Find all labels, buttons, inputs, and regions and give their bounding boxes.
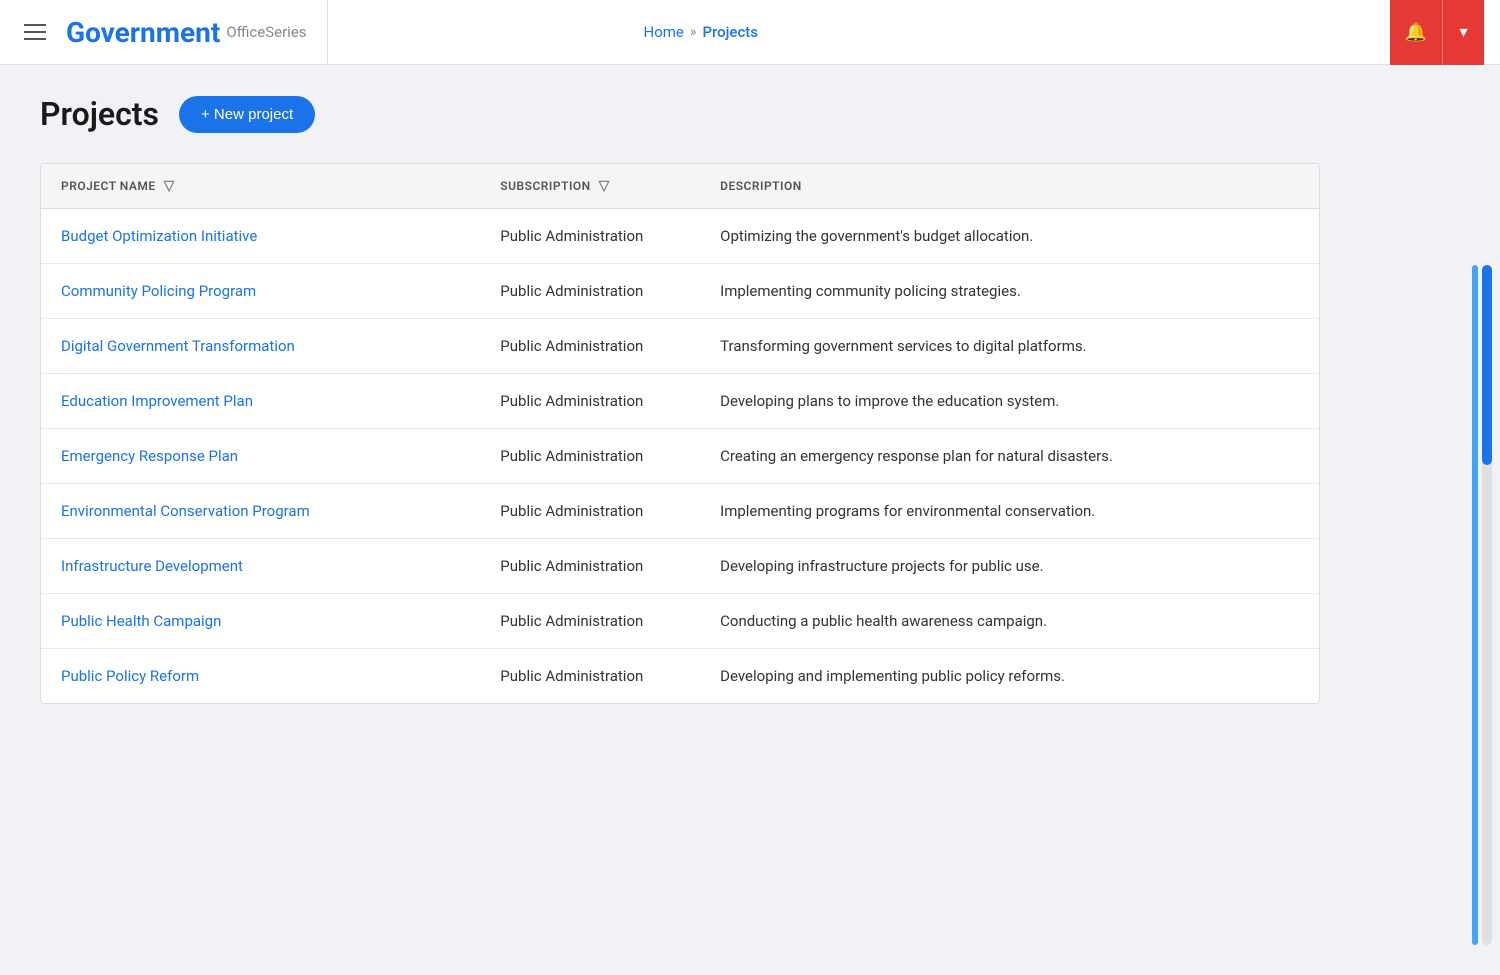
project-name-link[interactable]: Public Health Campaign xyxy=(61,612,221,630)
logo-title: Government xyxy=(66,16,220,49)
cell-description: Implementing community policing strategi… xyxy=(700,264,1319,319)
breadcrumb: Home » Projects xyxy=(644,23,758,41)
cell-subscription: Public Administration xyxy=(480,594,700,649)
logo-subtitle: OfficeSeries xyxy=(226,23,306,41)
cell-subscription: Public Administration xyxy=(480,649,700,704)
nav-home-link[interactable]: Home xyxy=(644,23,684,41)
col-header-name: PROJECT NAME ▽ xyxy=(41,164,480,209)
table-row: Education Improvement Plan Public Adminis… xyxy=(41,374,1319,429)
menu-icon[interactable] xyxy=(16,16,54,48)
cell-description: Implementing programs for environmental … xyxy=(700,484,1319,539)
table-row: Emergency Response Plan Public Administra… xyxy=(41,429,1319,484)
table-row: Public Policy Reform Public Administratio… xyxy=(41,649,1319,704)
table-row: Digital Government Transformation Public … xyxy=(41,319,1319,374)
col-header-description: DESCRIPTION xyxy=(700,164,1319,209)
project-name-link[interactable]: Education Improvement Plan xyxy=(61,392,253,410)
table-row: Community Policing Program Public Adminis… xyxy=(41,264,1319,319)
project-name-link[interactable]: Digital Government Transformation xyxy=(61,337,295,355)
projects-table: PROJECT NAME ▽ SUBSCRIPTION ▽ DESCRIPTIO… xyxy=(41,164,1319,703)
cell-description: Developing and implementing public polic… xyxy=(700,649,1319,704)
cell-project-name: Infrastructure Development xyxy=(41,539,480,594)
cell-project-name: Community Policing Program xyxy=(41,264,480,319)
project-name-link[interactable]: Budget Optimization Initiative xyxy=(61,227,257,245)
cell-subscription: Public Administration xyxy=(480,539,700,594)
chevron-down-icon: ▾ xyxy=(1459,22,1467,42)
cell-subscription: Public Administration xyxy=(480,429,700,484)
project-name-link[interactable]: Community Policing Program xyxy=(61,282,256,300)
cell-description: Developing infrastructure projects for p… xyxy=(700,539,1319,594)
scrollbar-track-blue xyxy=(1472,265,1478,945)
filter-subscription-icon[interactable]: ▽ xyxy=(599,178,610,194)
table-row: Budget Optimization Initiative Public Adm… xyxy=(41,209,1319,264)
cell-description: Optimizing the government's budget alloc… xyxy=(700,209,1319,264)
header-actions: 🔔 ▾ xyxy=(1390,0,1484,64)
cell-project-name: Digital Government Transformation xyxy=(41,319,480,374)
new-project-button[interactable]: + New project xyxy=(179,96,315,133)
cell-project-name: Public Health Campaign xyxy=(41,594,480,649)
cell-subscription: Public Administration xyxy=(480,319,700,374)
projects-table-container: PROJECT NAME ▽ SUBSCRIPTION ▽ DESCRIPTIO… xyxy=(40,163,1320,704)
cell-subscription: Public Administration xyxy=(480,264,700,319)
page-title: Projects xyxy=(40,95,159,133)
scrollbar-track[interactable] xyxy=(1482,265,1492,945)
nav-current-link[interactable]: Projects xyxy=(702,23,758,41)
page-header: Projects + New project xyxy=(40,95,1460,133)
table-body: Budget Optimization Initiative Public Adm… xyxy=(41,209,1319,704)
cell-description: Conducting a public health awareness cam… xyxy=(700,594,1319,649)
cell-description: Creating an emergency response plan for … xyxy=(700,429,1319,484)
main-content: Projects + New project PROJECT NAME ▽ SU… xyxy=(0,65,1500,734)
cell-project-name: Education Improvement Plan xyxy=(41,374,480,429)
project-name-link[interactable]: Public Policy Reform xyxy=(61,667,199,685)
cell-description: Transforming government services to digi… xyxy=(700,319,1319,374)
col-header-subscription: SUBSCRIPTION ▽ xyxy=(480,164,700,209)
cell-subscription: Public Administration xyxy=(480,374,700,429)
nav-separator: » xyxy=(690,24,697,40)
cell-project-name: Public Policy Reform xyxy=(41,649,480,704)
cell-project-name: Emergency Response Plan xyxy=(41,429,480,484)
header-logo: Government OfficeSeries xyxy=(16,0,328,64)
bell-icon: 🔔 xyxy=(1405,22,1427,43)
cell-subscription: Public Administration xyxy=(480,209,700,264)
user-dropdown-button[interactable]: ▾ xyxy=(1442,0,1484,65)
project-name-link[interactable]: Emergency Response Plan xyxy=(61,447,238,465)
header: Government OfficeSeries Home » Projects … xyxy=(0,0,1500,65)
cell-project-name: Budget Optimization Initiative xyxy=(41,209,480,264)
project-name-link[interactable]: Infrastructure Development xyxy=(61,557,243,575)
cell-project-name: Environmental Conservation Program xyxy=(41,484,480,539)
table-row: Infrastructure Development Public Adminis… xyxy=(41,539,1319,594)
filter-name-icon[interactable]: ▽ xyxy=(164,178,175,194)
cell-description: Developing plans to improve the educatio… xyxy=(700,374,1319,429)
table-row: Environmental Conservation Program Public… xyxy=(41,484,1319,539)
table-header: PROJECT NAME ▽ SUBSCRIPTION ▽ DESCRIPTIO… xyxy=(41,164,1319,209)
scrollbar-thumb[interactable] xyxy=(1482,265,1492,465)
project-name-link[interactable]: Environmental Conservation Program xyxy=(61,502,310,520)
table-row: Public Health Campaign Public Administrat… xyxy=(41,594,1319,649)
notification-bell-button[interactable]: 🔔 xyxy=(1390,0,1442,65)
cell-subscription: Public Administration xyxy=(480,484,700,539)
